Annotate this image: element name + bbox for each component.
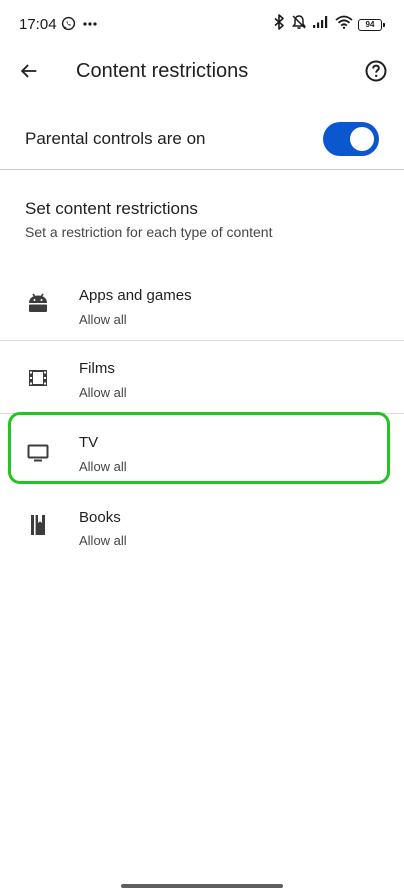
status-time: 17:04 [19,16,57,33]
signal-icon [312,15,330,34]
more-dots-icon [82,16,98,36]
parental-controls-label: Parental controls are on [25,129,206,148]
wifi-icon [335,15,353,34]
restriction-item-title: Apps and games [79,287,192,304]
film-icon [26,366,50,390]
restriction-item-title: Films [79,360,115,377]
page-title: Content restrictions [76,60,249,82]
battery-icon: 94 [358,18,385,31]
toggle-thumb [350,127,374,151]
restriction-item-value: Allow all [79,312,127,327]
app-bar: Content restrictions [0,50,404,94]
section-subtitle: Set a restriction for each type of conte… [25,224,273,240]
screen: 17:04 94 Content restrictions Parental c… [0,0,404,895]
row-divider [0,340,404,341]
tv-icon [26,441,50,465]
whatsapp-icon [61,16,76,36]
restriction-item-value: Allow all [79,533,127,548]
restriction-item-value: Allow all [79,459,127,474]
help-button[interactable] [362,59,390,87]
parental-controls-toggle[interactable] [323,122,379,156]
restriction-item-apps-and-games[interactable]: Apps and games Allow all [0,269,404,341]
notifications-off-icon [291,14,307,35]
back-button[interactable] [14,58,44,88]
restriction-item-books[interactable]: Books Allow all [0,490,404,562]
parental-controls-row[interactable]: Parental controls are on [0,112,404,168]
home-indicator [121,884,283,888]
arrow-back-icon [18,60,40,87]
divider [0,169,404,170]
restriction-item-title: TV [79,434,99,451]
status-right-icons: 94 [272,14,385,35]
status-bar: 17:04 94 [0,0,404,50]
section-title: Set content restrictions [25,199,198,218]
help-circle-icon [364,59,388,88]
restriction-item-value: Allow all [79,385,127,400]
restriction-item-films[interactable]: Films Allow all [0,342,404,414]
restriction-item-tv[interactable]: TV Allow all [0,414,404,486]
book-icon [26,513,50,537]
restriction-item-title: Books [79,509,121,526]
status-left-icons [61,16,98,36]
android-icon [26,291,50,315]
bluetooth-icon [272,14,286,35]
battery-level: 94 [365,19,375,29]
